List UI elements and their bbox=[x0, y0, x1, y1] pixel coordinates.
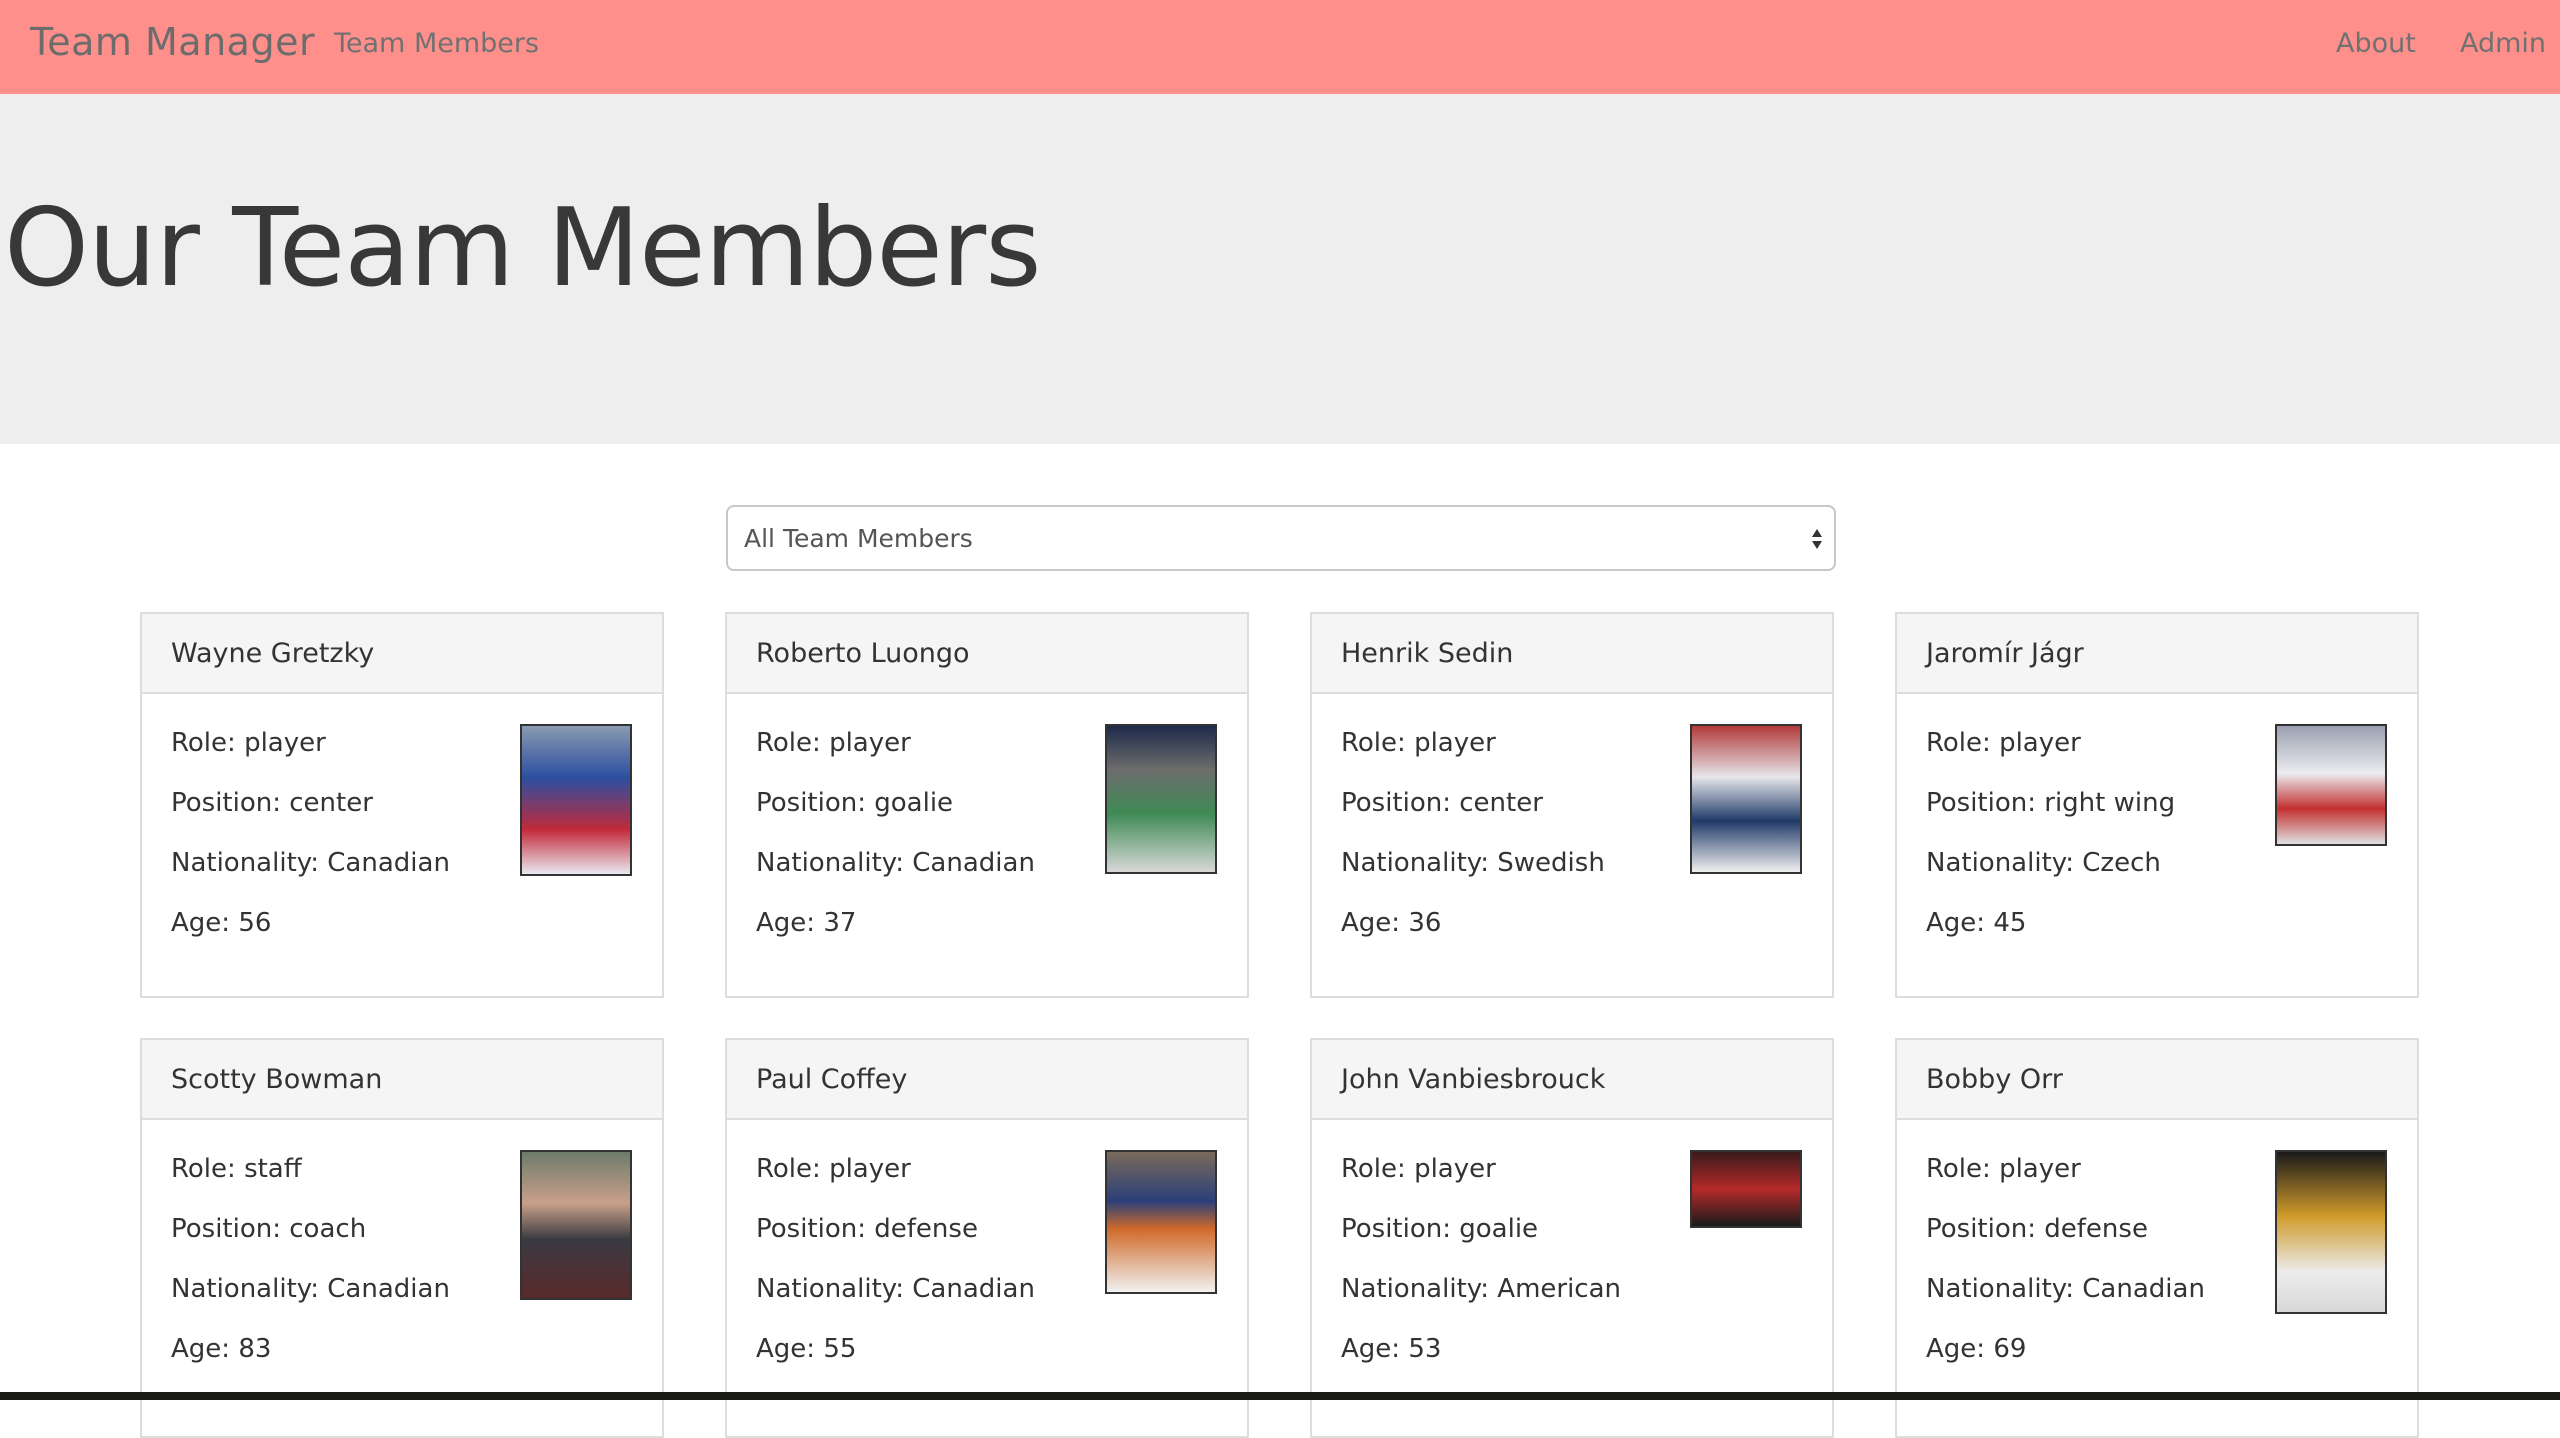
team-filter-select[interactable]: All Team Members bbox=[726, 505, 1836, 571]
member-position: Position: defense bbox=[1926, 1214, 2148, 1244]
member-photo bbox=[1690, 724, 1802, 874]
navbar: Team Manager Team Members About Admin bbox=[0, 0, 2560, 94]
member-photo bbox=[520, 1150, 632, 1300]
card-header: Bobby Orr bbox=[1897, 1040, 2417, 1120]
member-card: Roberto Luongo Role: player Position: go… bbox=[725, 612, 1249, 998]
member-nationality: Nationality: Canadian bbox=[756, 848, 1035, 878]
member-age: Age: 56 bbox=[171, 908, 272, 938]
bottom-edge bbox=[0, 1392, 2560, 1400]
member-name: Scotty Bowman bbox=[171, 1064, 383, 1095]
member-role: Role: player bbox=[171, 728, 326, 758]
member-nationality: Nationality: Czech bbox=[1926, 848, 2161, 878]
member-photo bbox=[1105, 1150, 1217, 1294]
card-header: Wayne Gretzky bbox=[142, 614, 662, 694]
member-nationality: Nationality: Canadian bbox=[171, 1274, 450, 1304]
nav-link-about[interactable]: About bbox=[2336, 26, 2416, 62]
card-header: Jaromír Jágr bbox=[1897, 614, 2417, 694]
member-age: Age: 36 bbox=[1341, 908, 1442, 938]
member-card: Henrik Sedin Role: player Position: cent… bbox=[1310, 612, 1834, 998]
member-name: Henrik Sedin bbox=[1341, 638, 1514, 669]
member-card: John Vanbiesbrouck Role: player Position… bbox=[1310, 1038, 1834, 1438]
member-name: Wayne Gretzky bbox=[171, 638, 375, 669]
card-header: Roberto Luongo bbox=[727, 614, 1247, 694]
card-header: Scotty Bowman bbox=[142, 1040, 662, 1120]
member-card: Scotty Bowman Role: staff Position: coac… bbox=[140, 1038, 664, 1438]
member-nationality: Nationality: Canadian bbox=[756, 1274, 1035, 1304]
member-age: Age: 37 bbox=[756, 908, 857, 938]
member-role: Role: player bbox=[756, 1154, 911, 1184]
member-position: Position: center bbox=[171, 788, 373, 818]
brand-link[interactable]: Team Manager bbox=[30, 16, 315, 68]
member-name: Bobby Orr bbox=[1926, 1064, 2063, 1095]
member-nationality: Nationality: Canadian bbox=[171, 848, 450, 878]
member-age: Age: 69 bbox=[1926, 1334, 2027, 1364]
member-age: Age: 55 bbox=[756, 1334, 857, 1364]
nav-link-admin[interactable]: Admin bbox=[2460, 26, 2546, 62]
nav-link-team-members[interactable]: Team Members bbox=[334, 26, 539, 62]
member-age: Age: 45 bbox=[1926, 908, 2027, 938]
member-role: Role: player bbox=[1341, 1154, 1496, 1184]
member-role: Role: player bbox=[1341, 728, 1496, 758]
member-name: Jaromír Jágr bbox=[1926, 638, 2084, 669]
member-age: Age: 53 bbox=[1341, 1334, 1442, 1364]
member-card: Jaromír Jágr Role: player Position: righ… bbox=[1895, 612, 2419, 998]
member-card: Bobby Orr Role: player Position: defense… bbox=[1895, 1038, 2419, 1438]
member-photo bbox=[1690, 1150, 1802, 1228]
card-header: Paul Coffey bbox=[727, 1040, 1247, 1120]
member-photo bbox=[2275, 1150, 2387, 1314]
member-photo bbox=[520, 724, 632, 876]
member-position: Position: right wing bbox=[1926, 788, 2176, 818]
select-arrows-icon bbox=[1812, 529, 1822, 549]
member-name: Roberto Luongo bbox=[756, 638, 970, 669]
member-position: Position: coach bbox=[171, 1214, 367, 1244]
member-age: Age: 83 bbox=[171, 1334, 272, 1364]
member-nationality: Nationality: Swedish bbox=[1341, 848, 1605, 878]
member-card: Paul Coffey Role: player Position: defen… bbox=[725, 1038, 1249, 1438]
member-position: Position: center bbox=[1341, 788, 1543, 818]
member-role: Role: player bbox=[1926, 1154, 2081, 1184]
member-role: Role: player bbox=[1926, 728, 2081, 758]
team-filter-value: All Team Members bbox=[744, 524, 973, 553]
member-position: Position: defense bbox=[756, 1214, 978, 1244]
member-role: Role: staff bbox=[171, 1154, 302, 1184]
member-name: John Vanbiesbrouck bbox=[1341, 1064, 1606, 1095]
card-header: John Vanbiesbrouck bbox=[1312, 1040, 1832, 1120]
member-photo bbox=[2275, 724, 2387, 846]
member-nationality: Nationality: American bbox=[1341, 1274, 1622, 1304]
member-photo bbox=[1105, 724, 1217, 874]
member-position: Position: goalie bbox=[756, 788, 954, 818]
member-position: Position: goalie bbox=[1341, 1214, 1539, 1244]
member-role: Role: player bbox=[756, 728, 911, 758]
page-title: Our Team Members bbox=[4, 186, 1041, 311]
member-card: Wayne Gretzky Role: player Position: cen… bbox=[140, 612, 664, 998]
card-header: Henrik Sedin bbox=[1312, 614, 1832, 694]
member-nationality: Nationality: Canadian bbox=[1926, 1274, 2205, 1304]
member-name: Paul Coffey bbox=[756, 1064, 908, 1095]
